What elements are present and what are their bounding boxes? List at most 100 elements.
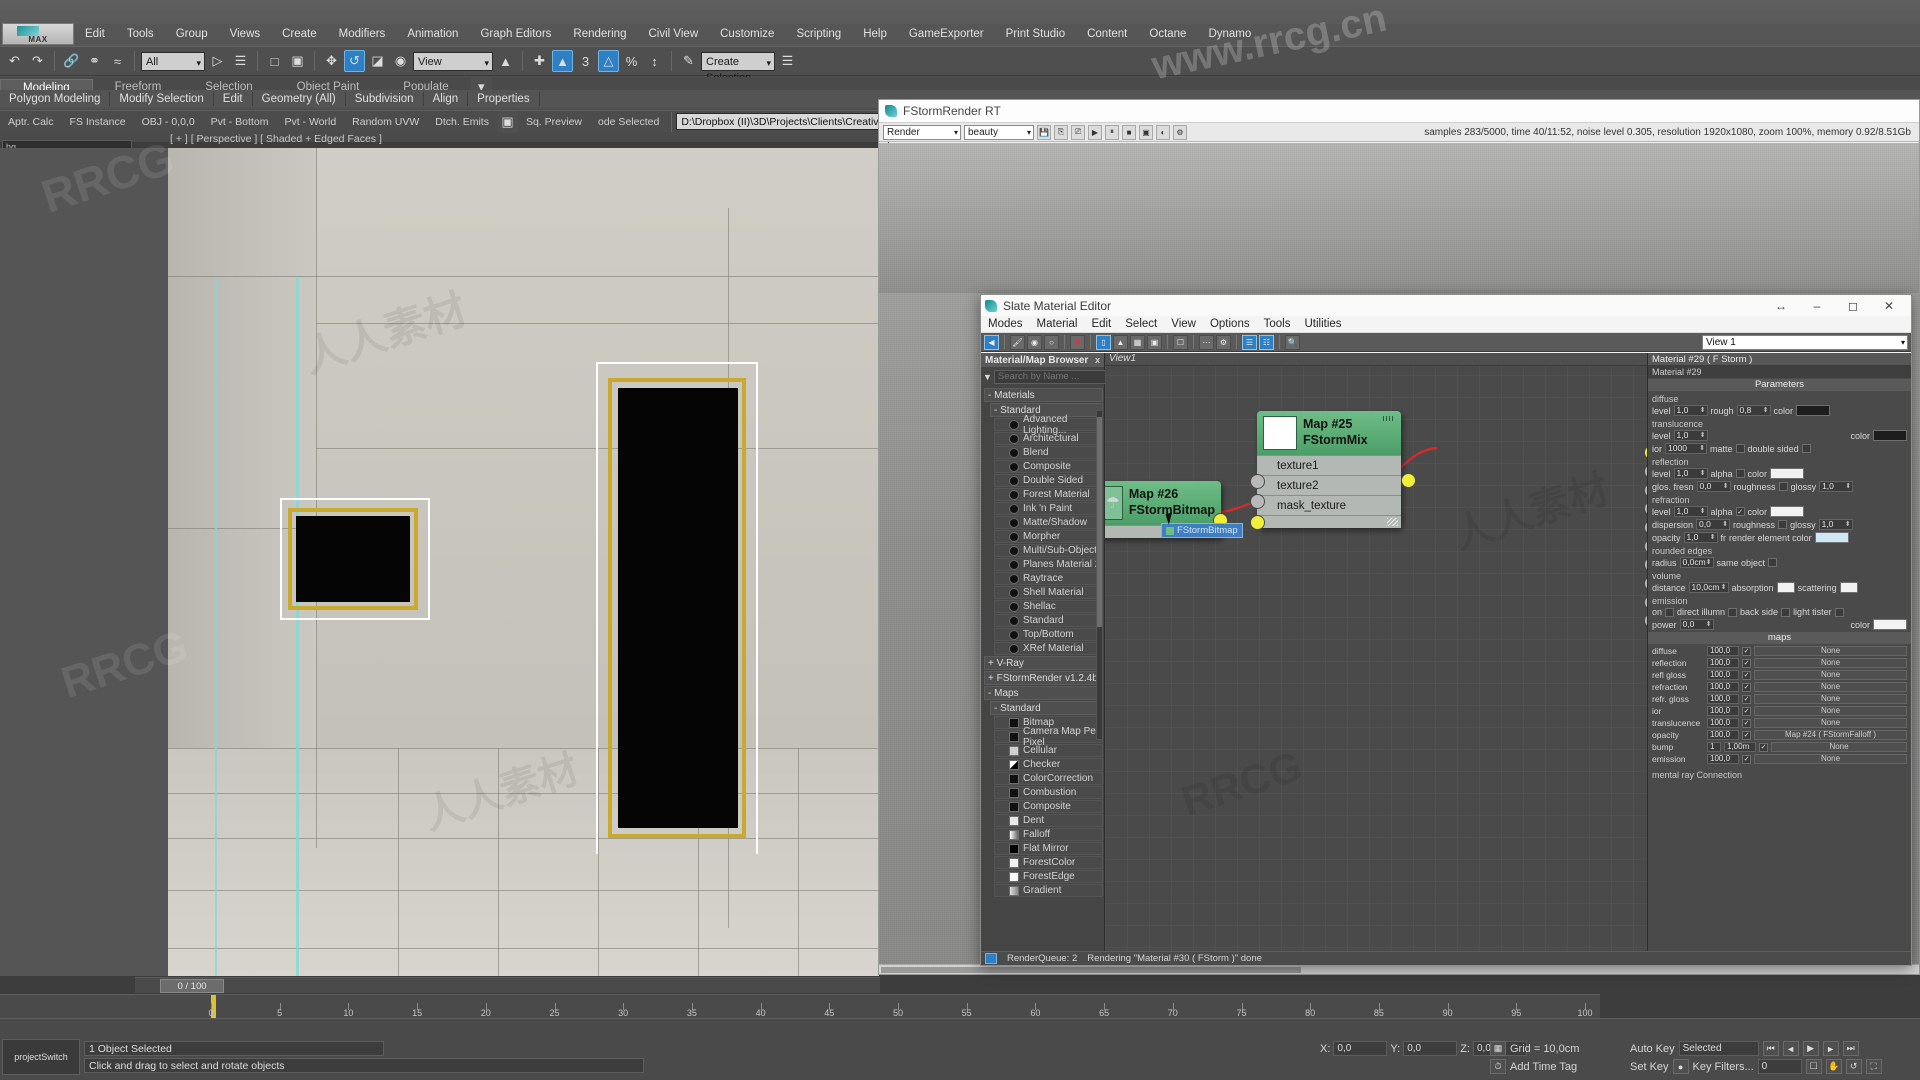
- prev-frame-icon[interactable]: ◄: [1782, 1041, 1799, 1056]
- browser-group-fstorm[interactable]: + FStormRender v1.2.4b: [984, 671, 1103, 685]
- script-btn-ode-selected[interactable]: ode Selected: [590, 114, 667, 130]
- emission-power-spinner[interactable]: 0,0: [1679, 619, 1714, 630]
- render-pass-select[interactable]: beauty: [964, 124, 1034, 140]
- add-time-tag-label[interactable]: Add Time Tag: [1510, 1061, 1577, 1073]
- maps-row-slot-button[interactable]: Map #24 ( FStormFalloff ): [1754, 730, 1907, 740]
- browser-map-falloff[interactable]: Falloff: [994, 828, 1103, 841]
- layout-all-children-icon[interactable]: ▣: [1147, 334, 1162, 350]
- maps-row-slot-button[interactable]: None: [1754, 718, 1907, 728]
- scattering-swatch[interactable]: [1839, 582, 1858, 593]
- socket-texture2[interactable]: [1250, 494, 1265, 509]
- refraction-color-swatch[interactable]: [1770, 506, 1805, 517]
- maps-row-slot-button[interactable]: None: [1771, 742, 1907, 752]
- move-children-icon[interactable]: ▯: [1096, 334, 1111, 350]
- maps-row-amount[interactable]: 100,0: [1707, 694, 1739, 704]
- sme-menu-options[interactable]: Options: [1203, 317, 1257, 331]
- browser-filter-icon[interactable]: ▼: [983, 371, 992, 383]
- maps-row-checkbox[interactable]: ✓: [1742, 730, 1751, 740]
- selection-filter-combo[interactable]: All: [141, 51, 205, 71]
- node-mix-grip[interactable]: [1383, 416, 1395, 421]
- select-and-place-icon[interactable]: ◉: [390, 50, 411, 72]
- browser-map-dent[interactable]: Dent: [994, 814, 1103, 827]
- maximize-viewport-icon[interactable]: ⛶: [1865, 1059, 1882, 1074]
- browser-map-camera-map-per-pixel[interactable]: Camera Map Per Pixel: [994, 726, 1103, 748]
- percent-snap-icon[interactable]: 3: [575, 50, 596, 72]
- node-fstorm-mix[interactable]: Map #25 FStormMix texture1 texture2 mask…: [1250, 411, 1416, 530]
- sme-menu-edit[interactable]: Edit: [1084, 317, 1118, 331]
- go-to-start-icon[interactable]: ⏮: [1762, 1041, 1779, 1056]
- browser-group-vray[interactable]: + V-Ray: [984, 656, 1103, 670]
- script-btn-aptr-calc[interactable]: Aptr. Calc: [0, 114, 62, 130]
- socket-texture1[interactable]: [1250, 474, 1265, 489]
- maps-row-checkbox[interactable]: ✓: [1742, 706, 1751, 716]
- maps-row-amount[interactable]: 100,0: [1707, 658, 1739, 668]
- browser-map-colorcorrection[interactable]: ColorCorrection: [994, 772, 1103, 785]
- key-filters-icon[interactable]: ●: [1672, 1059, 1689, 1074]
- menu-item-print-studio[interactable]: Print Studio: [995, 26, 1076, 42]
- delete-icon[interactable]: ✖: [1070, 334, 1085, 350]
- param-bar-parameters[interactable]: Parameters: [1648, 379, 1911, 391]
- maps-row-amount[interactable]: 100,0: [1707, 682, 1739, 692]
- render-element-color-swatch[interactable]: [1814, 532, 1849, 543]
- maps-row-checkbox[interactable]: ✓: [1742, 718, 1751, 728]
- browser-map-forestcolor[interactable]: ForestColor: [994, 856, 1103, 869]
- save-image-icon[interactable]: 💾: [1037, 124, 1051, 140]
- browser-material-raytrace[interactable]: Raytrace: [994, 572, 1103, 585]
- region-render-icon[interactable]: ▣: [1139, 124, 1153, 140]
- show-background-icon[interactable]: ⋯: [1199, 334, 1214, 350]
- browser-material-multi-sub-object[interactable]: Multi/Sub-Object: [994, 544, 1103, 557]
- script-btn-fs-instance[interactable]: FS Instance: [62, 114, 134, 130]
- maps-row-amount[interactable]: 100,0: [1707, 706, 1739, 716]
- refraction-glossy-spinner[interactable]: 1,0: [1818, 519, 1853, 530]
- sme-menu-select[interactable]: Select: [1118, 317, 1164, 331]
- menu-item-edit[interactable]: Edit: [74, 26, 116, 42]
- spinner-snap-icon[interactable]: △: [598, 50, 619, 72]
- render-mode-select[interactable]: Render Image: [883, 124, 961, 152]
- maps-row-checkbox[interactable]: ✓: [1742, 682, 1751, 692]
- sme-title-bar[interactable]: Slate Material Editor ↔ – ◻ ✕: [981, 295, 1911, 316]
- refraction-level-spinner[interactable]: 1,0: [1673, 506, 1708, 517]
- browser-material-xref-material[interactable]: XRef Material: [994, 642, 1103, 655]
- maps-row-prefix[interactable]: 1: [1707, 742, 1721, 752]
- sme-maximize-button[interactable]: ◻: [1835, 295, 1871, 316]
- script-btn-pvt-world[interactable]: Pvt - World: [276, 114, 344, 130]
- use-pivot-point-center-icon[interactable]: ▲: [495, 50, 516, 72]
- reflection-glossy-spinner[interactable]: 1,0: [1819, 481, 1854, 492]
- menu-item-help[interactable]: Help: [852, 26, 898, 42]
- undo-icon[interactable]: ↶: [4, 50, 25, 72]
- script-btn-obj-000[interactable]: OBJ - 0,0,0: [134, 114, 203, 130]
- time-tag-icon[interactable]: ⏱: [1490, 1059, 1506, 1074]
- node-mix-header[interactable]: Map #25 FStormMix: [1257, 411, 1401, 455]
- maps-row-amount[interactable]: 100,0: [1707, 670, 1739, 680]
- node-mix-slot-texture1[interactable]: texture1: [1257, 455, 1401, 475]
- menu-item-create[interactable]: Create: [271, 26, 328, 42]
- direct-illum-checkbox[interactable]: [1728, 607, 1738, 617]
- redo-icon[interactable]: ↷: [27, 50, 48, 72]
- maps-row-amount[interactable]: 100,0: [1707, 718, 1739, 728]
- coord-x-field[interactable]: 0,0: [1333, 1041, 1388, 1056]
- browser-map-gradient[interactable]: Gradient: [994, 884, 1103, 897]
- browser-close-icon[interactable]: x: [1095, 355, 1100, 365]
- pan-icon[interactable]: ✋: [1825, 1059, 1842, 1074]
- select-object-icon[interactable]: ▷: [207, 50, 228, 72]
- opacity-spinner[interactable]: 1,0: [1683, 532, 1718, 543]
- select-by-name-icon[interactable]: ☰: [230, 50, 251, 72]
- browser-map-flat-mirror[interactable]: Flat Mirror: [994, 842, 1103, 855]
- show-end-result-icon[interactable]: ⚙: [1216, 334, 1231, 350]
- select-and-move-icon[interactable]: ✥: [321, 50, 342, 72]
- bind-to-space-warp-icon[interactable]: ≈: [107, 50, 128, 72]
- sme-menu-view[interactable]: View: [1164, 317, 1203, 331]
- maps-row-checkbox[interactable]: ✓: [1742, 646, 1751, 656]
- browser-material-matte-shadow[interactable]: Matte/Shadow: [994, 516, 1103, 529]
- set-key-label[interactable]: Set Key: [1630, 1061, 1669, 1073]
- maps-row-slot-button[interactable]: None: [1754, 646, 1907, 656]
- snaps-toggle-icon[interactable]: ✚: [529, 50, 550, 72]
- maps-row-slot-button[interactable]: None: [1754, 658, 1907, 668]
- refraction-roughness-checkbox[interactable]: [1778, 520, 1788, 529]
- mirror-icon[interactable]: ☰: [777, 50, 798, 72]
- next-frame-icon[interactable]: ►: [1822, 1041, 1839, 1056]
- named-selection-set-combo[interactable]: Create Selection Se: [701, 51, 775, 100]
- menu-item-rendering[interactable]: Rendering: [562, 26, 637, 42]
- sme-minimize-button[interactable]: –: [1799, 295, 1835, 316]
- subtab-properties[interactable]: Properties: [468, 92, 540, 106]
